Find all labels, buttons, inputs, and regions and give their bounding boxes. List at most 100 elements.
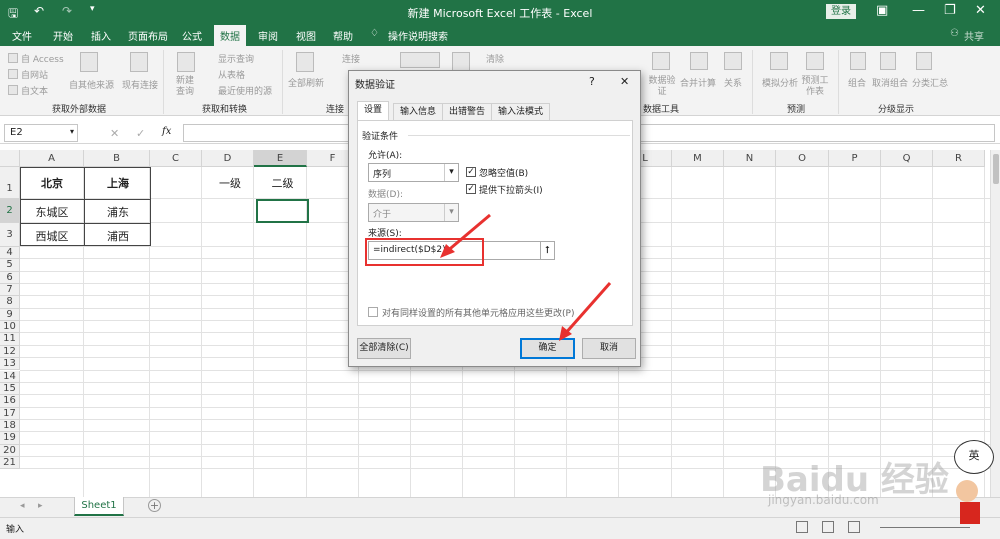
- data-select[interactable]: 介于 ▾: [368, 203, 459, 222]
- dropdown-arrow-checkbox[interactable]: ✓: [466, 184, 476, 194]
- cell-a3[interactable]: 西城区: [20, 228, 84, 244]
- ignore-blank-checkbox[interactable]: ✓: [466, 167, 476, 177]
- sheet-tab-sheet1[interactable]: Sheet1: [74, 497, 124, 516]
- close-window-icon[interactable]: ✕: [975, 3, 986, 18]
- enter-icon[interactable]: ✓: [136, 127, 145, 140]
- column-header[interactable]: P: [829, 150, 881, 167]
- clear-filter[interactable]: 清除: [486, 52, 504, 65]
- apply-all-checkbox[interactable]: [368, 307, 378, 317]
- row-header[interactable]: 1: [0, 167, 20, 199]
- row-header[interactable]: 12: [0, 345, 20, 359]
- row-header[interactable]: 7: [0, 284, 20, 297]
- row-header[interactable]: 5: [0, 259, 20, 272]
- row-header[interactable]: 17: [0, 407, 20, 420]
- cell-d1[interactable]: 一级: [204, 175, 256, 191]
- page-layout-view-icon[interactable]: [822, 521, 834, 533]
- tab-file[interactable]: 文件: [12, 28, 32, 43]
- show-queries[interactable]: 显示查询: [218, 52, 254, 65]
- row-header[interactable]: 13: [0, 358, 20, 371]
- from-access[interactable]: 自 Access: [21, 52, 64, 65]
- tell-me-search[interactable]: 操作说明搜索: [388, 28, 448, 43]
- tab-data[interactable]: 数据: [214, 25, 246, 46]
- refresh-all[interactable]: 全部刷新: [288, 76, 324, 89]
- ok-button[interactable]: 确定: [520, 338, 575, 359]
- selected-cell-e2[interactable]: [256, 199, 309, 223]
- share-button[interactable]: 共享: [964, 28, 984, 43]
- cell-a2[interactable]: 东城区: [20, 204, 84, 220]
- connections-button[interactable]: 连接: [342, 52, 360, 65]
- column-header[interactable]: Q: [881, 150, 933, 167]
- select-all-corner[interactable]: [0, 150, 20, 167]
- scrollbar-thumb[interactable]: [993, 154, 999, 184]
- help-icon[interactable]: ?: [589, 75, 595, 88]
- tab-ime-mode[interactable]: 输入法模式: [491, 103, 551, 121]
- row-header[interactable]: 15: [0, 382, 20, 396]
- tab-home[interactable]: 开始: [53, 28, 73, 43]
- what-if-button[interactable]: 模拟分析: [762, 76, 798, 89]
- new-query[interactable]: 新建查询: [173, 76, 197, 98]
- tab-formulas[interactable]: 公式: [182, 28, 202, 43]
- clear-all-button[interactable]: 全部清除(C): [357, 338, 411, 359]
- cancel-icon[interactable]: ✕: [110, 127, 119, 140]
- row-header[interactable]: 2: [0, 199, 20, 223]
- recent-sources[interactable]: 最近使用的源: [218, 84, 272, 97]
- cell-b2[interactable]: 浦东: [85, 204, 151, 220]
- column-header[interactable]: R: [933, 150, 985, 167]
- allow-select[interactable]: 序列 ▾: [368, 163, 459, 182]
- cell-a1[interactable]: 北京: [20, 175, 84, 191]
- column-header[interactable]: B: [84, 150, 150, 167]
- row-header[interactable]: 4: [0, 247, 20, 260]
- tab-review[interactable]: 审阅: [258, 28, 278, 43]
- cell-b3[interactable]: 浦西: [85, 228, 151, 244]
- column-header[interactable]: M: [672, 150, 724, 167]
- normal-view-icon[interactable]: [796, 521, 808, 533]
- from-table[interactable]: 从表格: [218, 68, 245, 81]
- forecast-sheet-button[interactable]: 预测工作表: [800, 76, 830, 98]
- relationships-button[interactable]: 关系: [724, 76, 742, 89]
- from-text[interactable]: 自文本: [21, 84, 48, 97]
- collapse-dialog-icon[interactable]: ⭡: [540, 241, 555, 260]
- column-header[interactable]: O: [776, 150, 829, 167]
- row-header[interactable]: 16: [0, 395, 20, 408]
- subtotal-button[interactable]: 分类汇总: [912, 76, 948, 89]
- cancel-button[interactable]: 取消: [582, 338, 636, 359]
- row-header[interactable]: 3: [0, 223, 20, 247]
- row-header[interactable]: 20: [0, 444, 20, 457]
- column-header[interactable]: C: [150, 150, 202, 167]
- group-button[interactable]: 组合: [848, 76, 866, 89]
- row-header[interactable]: 9: [0, 308, 20, 322]
- tab-page-layout[interactable]: 页面布局: [128, 28, 168, 43]
- page-break-view-icon[interactable]: [848, 521, 860, 533]
- login-button[interactable]: 登录: [826, 4, 856, 19]
- row-header[interactable]: 18: [0, 419, 20, 433]
- column-header[interactable]: E: [254, 150, 307, 167]
- column-header[interactable]: N: [724, 150, 776, 167]
- ribbon-display-icon[interactable]: ▣: [876, 3, 888, 18]
- column-header[interactable]: D: [202, 150, 254, 167]
- insert-function-icon[interactable]: fx: [162, 126, 171, 137]
- chevron-down-icon[interactable]: ▾: [70, 127, 74, 136]
- column-header[interactable]: A: [20, 150, 84, 167]
- row-header[interactable]: 21: [0, 456, 20, 470]
- row-header[interactable]: 8: [0, 296, 20, 309]
- dialog-close-icon[interactable]: ✕: [620, 75, 629, 88]
- tab-settings[interactable]: 设置: [357, 101, 390, 121]
- row-header[interactable]: 19: [0, 432, 20, 445]
- consolidate-button[interactable]: 合并计算: [680, 76, 716, 89]
- ungroup-button[interactable]: 取消组合: [872, 76, 908, 89]
- existing-connections[interactable]: 现有连接: [122, 78, 158, 91]
- data-validation-button[interactable]: 数据验证: [646, 76, 678, 98]
- tab-help[interactable]: 帮助: [333, 28, 353, 43]
- row-header[interactable]: 11: [0, 333, 20, 346]
- tab-error-alert[interactable]: 出错警告: [442, 103, 493, 121]
- tab-insert[interactable]: 插入: [91, 28, 111, 43]
- minimize-icon[interactable]: —: [912, 3, 925, 18]
- scroll-left-icon[interactable]: ◂: [20, 501, 25, 511]
- from-web[interactable]: 自网站: [21, 68, 48, 81]
- new-sheet-icon[interactable]: +: [148, 499, 161, 512]
- name-box[interactable]: E2 ▾: [4, 124, 78, 142]
- zoom-slider[interactable]: [880, 527, 970, 528]
- row-header[interactable]: 6: [0, 271, 20, 285]
- tab-input-message[interactable]: 输入信息: [393, 103, 444, 121]
- restore-icon[interactable]: ❐: [944, 3, 956, 18]
